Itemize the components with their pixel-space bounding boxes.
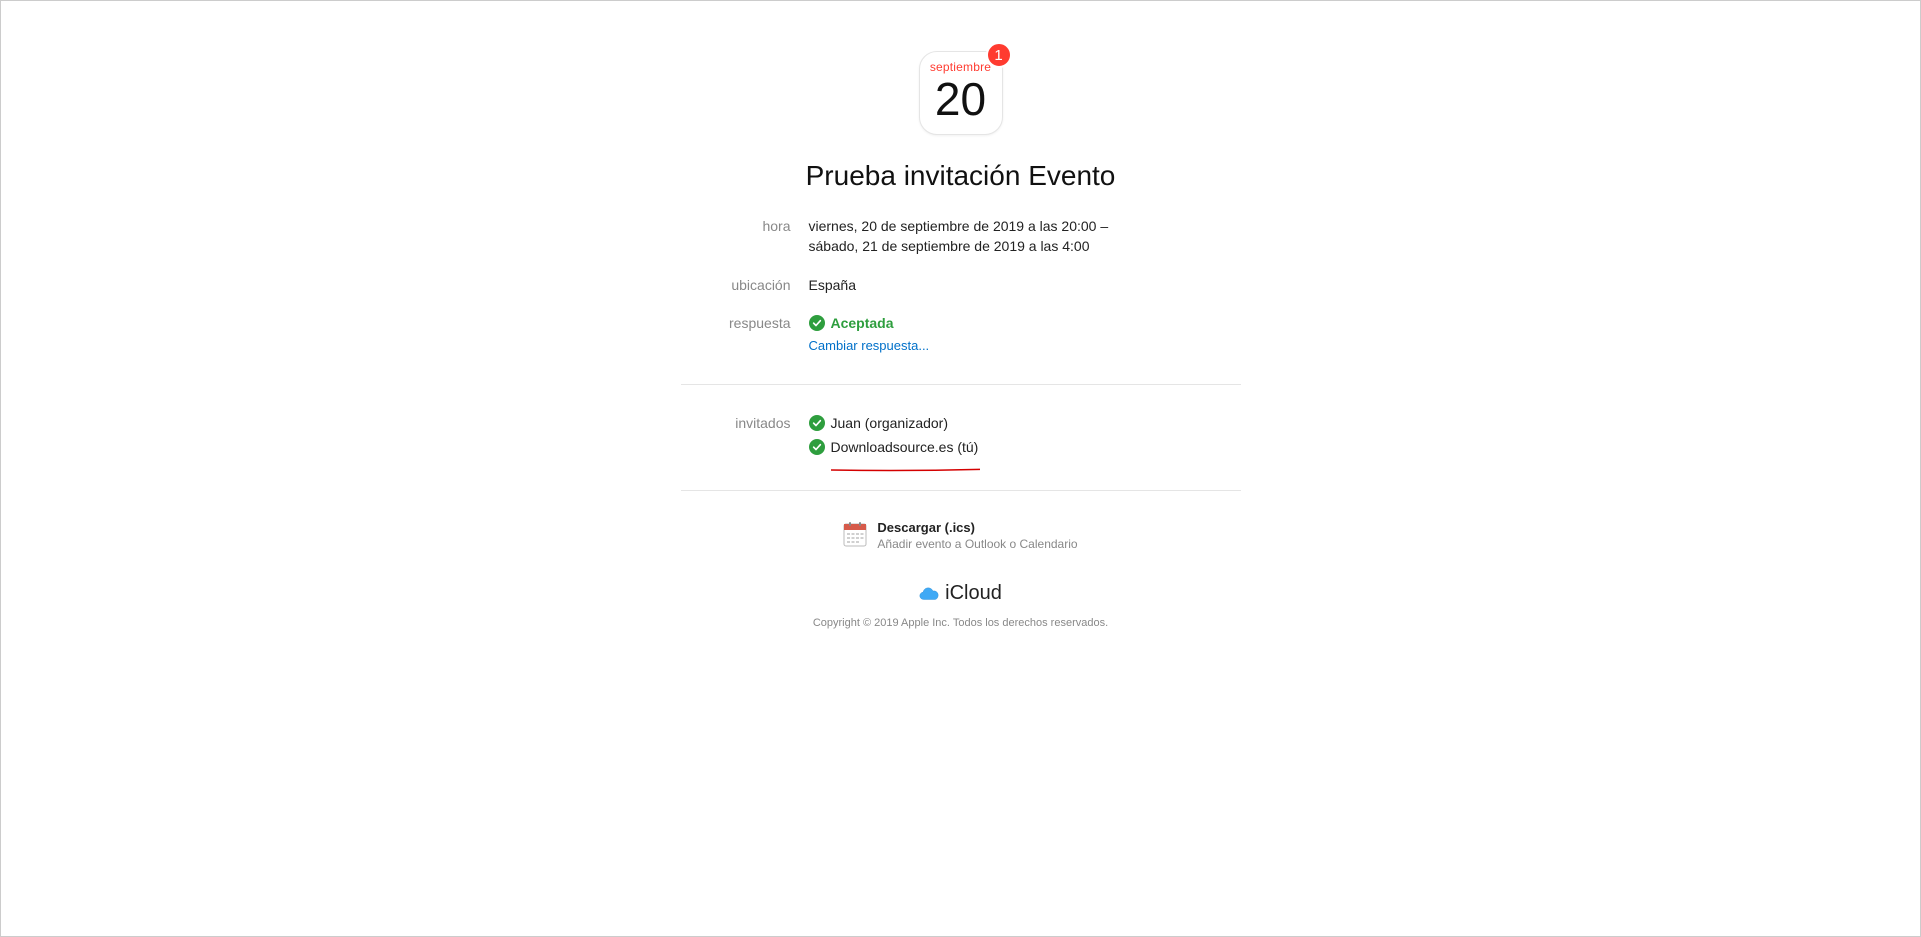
invitees-section: invitados Juan (organizador) Downloadsou… — [681, 413, 1241, 462]
change-response-link[interactable]: Cambiar respuesta... — [809, 337, 930, 356]
time-line-1: viernes, 20 de septiembre de 2019 a las … — [809, 216, 1241, 236]
invitee-you-text: Downloadsource.es (tú) — [831, 439, 979, 455]
response-label: respuesta — [681, 313, 791, 356]
download-link[interactable]: Descargar (.ics) — [877, 519, 1077, 537]
icloud-icon — [919, 587, 939, 601]
icloud-text: iCloud — [945, 582, 1002, 605]
check-circle-icon — [809, 439, 825, 455]
invitee-you: Downloadsource.es (tú) — [831, 437, 979, 457]
divider — [681, 384, 1241, 385]
invitee-row: Downloadsource.es (tú) — [809, 437, 1241, 457]
calendar-icon-wrap: septiembre 20 1 — [586, 51, 1336, 135]
invitees-label: invitados — [681, 413, 791, 462]
divider — [681, 490, 1241, 491]
location-value: España — [809, 275, 1241, 295]
event-title: Prueba invitación Evento — [586, 160, 1336, 192]
calendar-file-icon — [843, 521, 867, 547]
time-value: viernes, 20 de septiembre de 2019 a las … — [809, 216, 1241, 257]
badge-count: 1 — [994, 47, 1002, 64]
notification-badge: 1 — [986, 42, 1012, 68]
location-label: ubicación — [681, 275, 791, 295]
calendar-day: 20 — [935, 76, 986, 122]
response-status-text: Aceptada — [831, 313, 894, 333]
icloud-brand: iCloud — [586, 582, 1336, 605]
event-details: hora viernes, 20 de septiembre de 2019 a… — [681, 216, 1241, 356]
calendar-month: septiembre — [930, 60, 991, 74]
calendar-icon: septiembre 20 1 — [919, 51, 1003, 135]
download-subtitle: Añadir evento a Outlook o Calendario — [877, 536, 1077, 552]
copyright-text: Copyright © 2019 Apple Inc. Todos los de… — [586, 617, 1336, 629]
check-circle-icon — [809, 415, 825, 431]
invitees-list: Juan (organizador) Downloadsource.es (tú… — [809, 413, 1241, 462]
time-label: hora — [681, 216, 791, 257]
download-texts: Descargar (.ics) Añadir evento a Outlook… — [877, 519, 1077, 553]
download-section: Descargar (.ics) Añadir evento a Outlook… — [681, 519, 1241, 553]
response-status-row: Aceptada — [809, 313, 1241, 333]
time-line-2: sábado, 21 de septiembre de 2019 a las 4… — [809, 236, 1241, 256]
invitee-row: Juan (organizador) — [809, 413, 1241, 433]
annotation-underline — [831, 457, 981, 461]
event-invitation-container: septiembre 20 1 Prueba invitación Evento… — [586, 1, 1336, 629]
response-value: Aceptada Cambiar respuesta... — [809, 313, 1241, 356]
invitee-organizer: Juan (organizador) — [831, 413, 949, 433]
check-circle-icon — [809, 315, 825, 331]
